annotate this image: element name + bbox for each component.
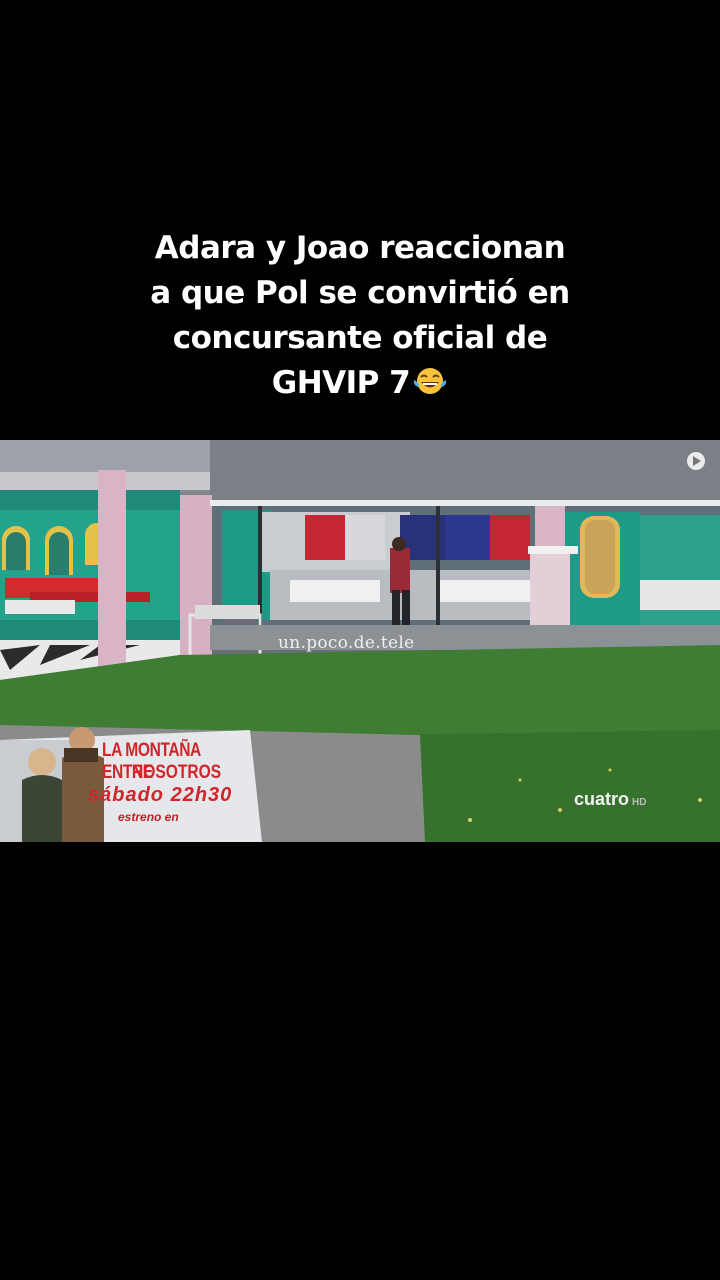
watermark-text: un.poco.de.tele [278,633,415,653]
caption-line-1: Adara y Joao reaccionan [154,230,566,266]
caption-line-3: concursante oficial de [172,320,548,356]
laughing-tears-emoji-icon [414,368,447,394]
video-caption: Adara y Joao reaccionan a que Pol se con… [0,226,720,406]
channel-logo: cuatro HD [574,789,646,810]
channel-hd-badge: HD [632,797,647,808]
promo-schedule: sábado 22h30 [88,784,233,806]
promo-overlay: LA MONTAÑA ENTRE NOSOTROS sábado 22h30 e… [0,732,262,842]
promo-premiere: estreno en [118,810,179,824]
caption-line-4: GHVIP 7 [0,361,720,406]
caption-line-2: a que Pol se convirtió en [150,275,570,311]
caption-line-4-text: GHVIP 7 [271,365,411,401]
promo-title-line2: NOSOTROS [132,762,222,783]
channel-logo-text: cuatro [574,789,630,809]
video-player[interactable]: un.poco.de.tele LA MONTAÑA ENTRE NOSOTRO… [0,440,720,842]
play-icon[interactable] [687,452,705,470]
